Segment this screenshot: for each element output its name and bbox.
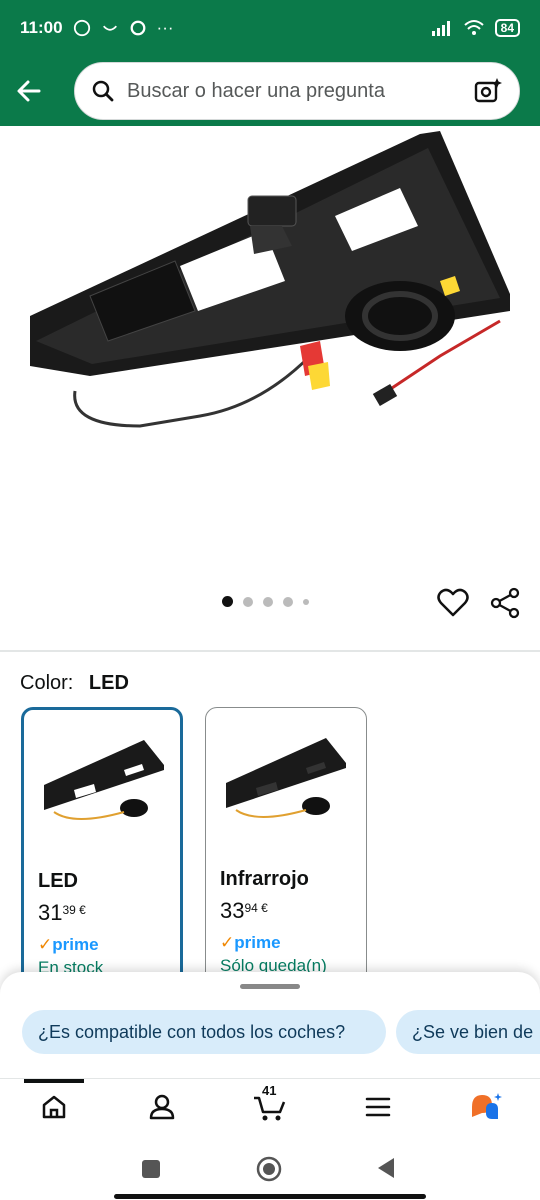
variant-price-fraction: 94 € xyxy=(244,901,268,915)
search-placeholder: Buscar o hacer una pregunta xyxy=(127,79,385,102)
status-time: 11:00 xyxy=(20,18,63,37)
variant-price-whole: 31 xyxy=(38,900,63,925)
variant-card-infrarrojo[interactable]: Infrarrojo 3394 € ✓prime Sólo queda(n) xyxy=(205,707,367,997)
color-label: Color: xyxy=(20,672,74,694)
signal-icon xyxy=(431,21,450,36)
status-bar: 11:00 ··· 84 xyxy=(0,0,540,56)
suggestions-sheet[interactable]: ¿Es compatible con todos los coches? ¿Se… xyxy=(0,972,540,1078)
section-divider xyxy=(0,650,540,652)
variant-thumbnail xyxy=(44,740,164,820)
color-selected-value: LED xyxy=(88,672,129,694)
nav-cart[interactable]: 41 xyxy=(250,1083,290,1127)
carousel-dot[interactable] xyxy=(243,596,253,607)
carousel-dot[interactable] xyxy=(283,596,293,607)
user-icon xyxy=(149,1094,175,1120)
rufus-assistant-icon xyxy=(472,1093,502,1119)
sheet-drag-handle[interactable] xyxy=(240,984,300,989)
nav-account[interactable] xyxy=(142,1087,182,1127)
home-icon xyxy=(42,1095,66,1119)
suggestion-chip[interactable]: ¿Es compatible con todos los coches? xyxy=(22,1010,386,1054)
carousel-dot[interactable] xyxy=(222,596,233,607)
color-selector-label: Color: LED xyxy=(20,672,129,695)
share-icon xyxy=(490,587,520,619)
nav-assistant[interactable] xyxy=(466,1087,506,1127)
carousel-dots[interactable] xyxy=(222,596,309,607)
variant-card-led[interactable]: LED 3139 € ✓prime En stock xyxy=(21,707,183,997)
share-button[interactable] xyxy=(488,586,522,620)
prime-check-icon: ✓ xyxy=(38,935,53,954)
variant-price-fraction: 39 € xyxy=(62,903,86,917)
camera-search-icon[interactable] xyxy=(473,76,503,106)
variant-name: Infrarrojo xyxy=(220,868,309,890)
app-header: Buscar o hacer una pregunta xyxy=(0,56,540,126)
variant-price: 3139 € xyxy=(38,900,86,926)
home-indicator xyxy=(114,1194,426,1199)
nav-active-indicator xyxy=(24,1079,84,1083)
sync-icon xyxy=(130,20,145,36)
variant-name: LED xyxy=(38,870,78,892)
menu-icon xyxy=(365,1097,391,1117)
license-plate-camera-image xyxy=(30,131,510,428)
more-notifications-icon: ··· xyxy=(156,18,174,37)
prime-badge: ✓prime xyxy=(220,933,281,953)
variant-price: 3394 € xyxy=(220,898,268,924)
suggestion-chip[interactable]: ¿Se ve bien de xyxy=(396,1010,540,1054)
variant-thumbnail xyxy=(226,738,346,818)
bottom-navigation: 41 xyxy=(0,1078,540,1136)
smile-icon xyxy=(102,25,117,31)
whatsapp-icon xyxy=(73,19,90,37)
back-triangle-icon[interactable] xyxy=(374,1156,398,1180)
carousel-dot[interactable] xyxy=(303,598,309,605)
system-navigation-bar xyxy=(0,1136,540,1200)
search-bar[interactable]: Buscar o hacer una pregunta xyxy=(74,62,520,120)
nav-menu[interactable] xyxy=(358,1087,398,1127)
heart-icon xyxy=(437,588,469,617)
recent-apps-icon[interactable] xyxy=(140,1158,162,1180)
prime-badge: ✓prime xyxy=(38,935,99,955)
wishlist-button[interactable] xyxy=(436,586,470,620)
back-button[interactable] xyxy=(0,62,58,120)
battery-indicator: 84 xyxy=(494,19,520,37)
prime-label: prime xyxy=(234,933,281,952)
status-icons-left: ··· xyxy=(73,18,174,38)
wifi-icon xyxy=(463,20,484,35)
cart-count-badge: 41 xyxy=(262,1083,277,1098)
carousel-dot[interactable] xyxy=(263,596,273,607)
product-image[interactable] xyxy=(0,126,540,596)
back-arrow-icon xyxy=(17,80,41,102)
search-icon xyxy=(92,80,114,102)
nav-home[interactable] xyxy=(34,1087,74,1127)
prime-label: prime xyxy=(52,935,99,954)
status-icons-right: 84 xyxy=(431,19,520,37)
home-circle-icon[interactable] xyxy=(256,1156,282,1182)
variant-price-whole: 33 xyxy=(220,898,245,923)
prime-check-icon: ✓ xyxy=(220,933,235,952)
